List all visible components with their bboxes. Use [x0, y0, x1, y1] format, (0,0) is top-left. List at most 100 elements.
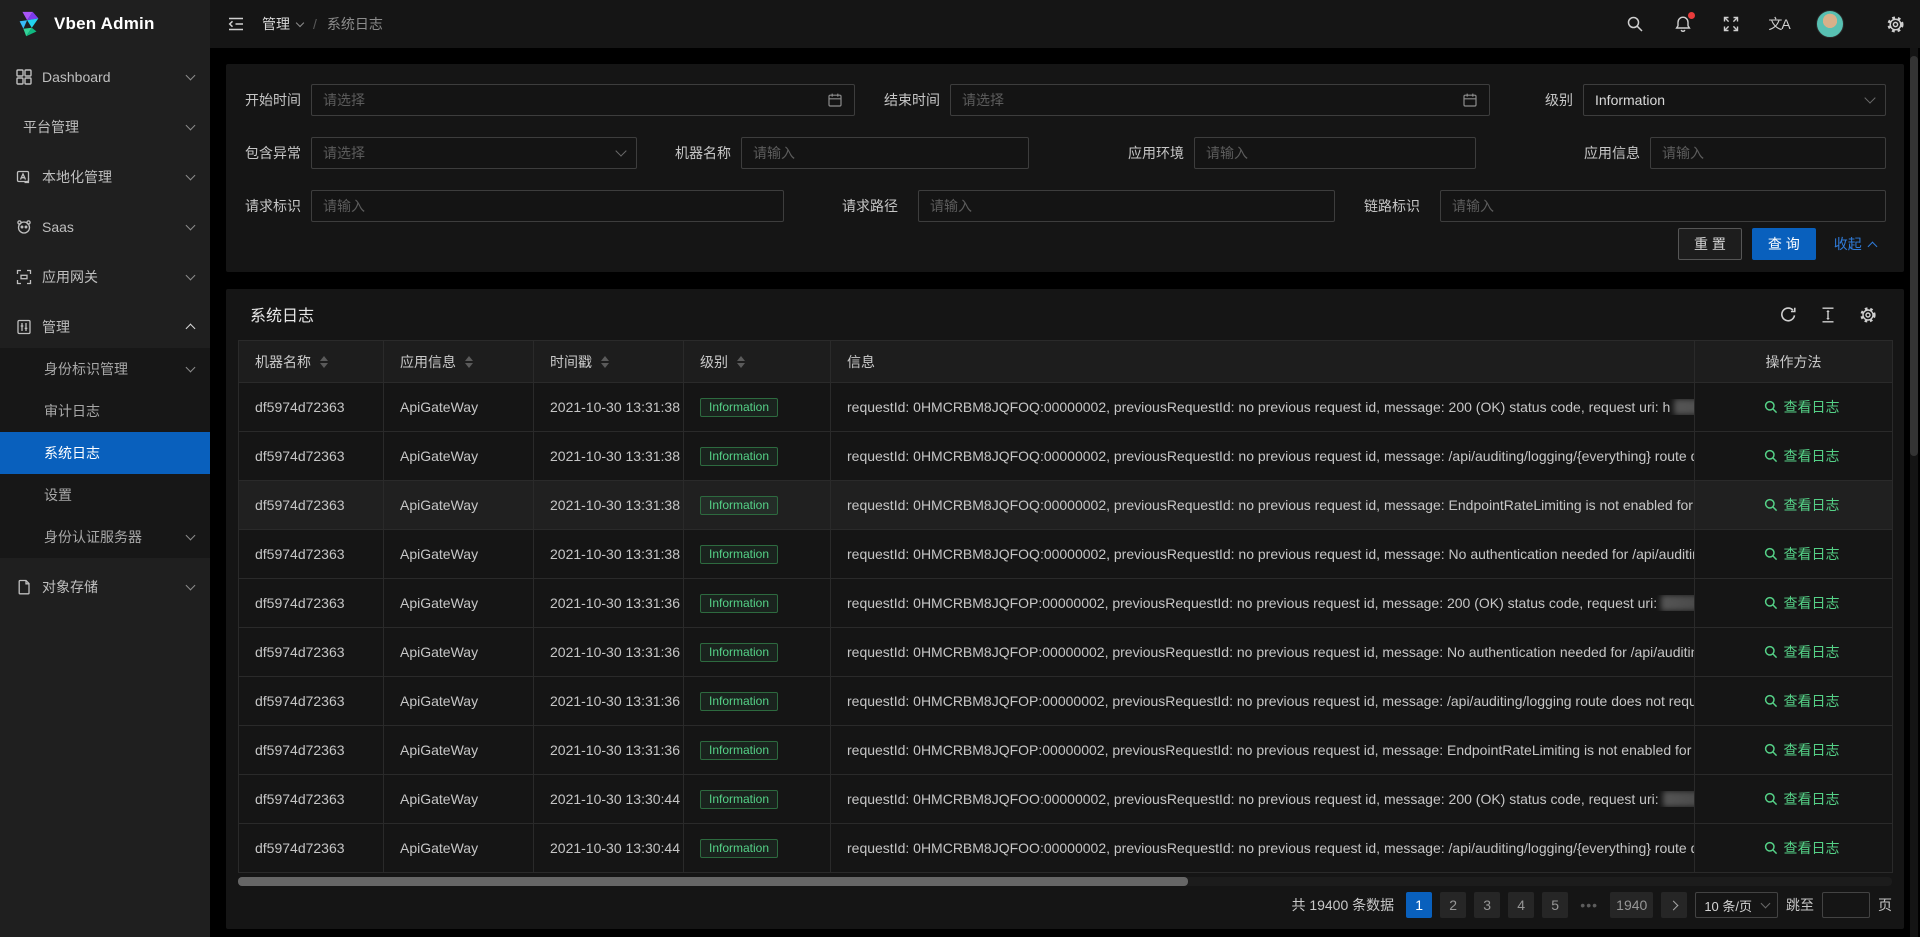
cell-level: Information: [684, 530, 831, 579]
end-time-field[interactable]: [962, 92, 1454, 108]
page-button[interactable]: 2: [1440, 892, 1466, 918]
table-row[interactable]: df5974d72363 ApiGateWay 2021-10-30 13:31…: [239, 726, 1893, 775]
sidebar-item-saas[interactable]: Saas: [0, 206, 210, 248]
view-log-link[interactable]: 查看日志: [1764, 740, 1840, 760]
sidebar-item-audit-log[interactable]: 审计日志: [0, 390, 210, 432]
breadcrumb-root[interactable]: 管理: [262, 14, 303, 34]
language-translate-icon[interactable]: 文A: [1768, 13, 1790, 35]
breadcrumb: 管理 / 系统日志: [262, 14, 383, 34]
exception-select[interactable]: 请选择: [311, 137, 637, 169]
view-log-link[interactable]: 查看日志: [1764, 446, 1840, 466]
menu-fold-icon[interactable]: [222, 10, 250, 38]
cell-machine-name: df5974d72363: [239, 432, 384, 481]
logo[interactable]: Vben Admin: [0, 0, 210, 48]
fullscreen-icon[interactable]: [1720, 13, 1742, 35]
sidebar-item-gateway[interactable]: 应用网关: [0, 256, 210, 298]
app-env-input[interactable]: [1194, 137, 1476, 169]
cell-level: Information: [684, 481, 831, 530]
sidebar-item-dashboard[interactable]: Dashboard: [0, 56, 210, 98]
column-header-timestamp[interactable]: 时间戳: [534, 341, 684, 383]
app-info-field[interactable]: [1662, 145, 1874, 161]
sidebar-item-localization[interactable]: 本地化管理: [0, 156, 210, 198]
search-icon[interactable]: [1624, 13, 1646, 35]
page-button[interactable]: 3: [1474, 892, 1500, 918]
request-id-input[interactable]: [311, 190, 784, 222]
magnifier-icon: [1764, 547, 1778, 561]
cell-app-info: ApiGateWay: [384, 432, 534, 481]
sidebar-item-system-log[interactable]: 系统日志: [0, 432, 210, 474]
chevron-down-icon: [186, 121, 196, 131]
app-info-input[interactable]: [1650, 137, 1886, 169]
page-jump-input[interactable]: [1822, 892, 1870, 918]
view-log-link[interactable]: 查看日志: [1764, 789, 1840, 809]
settings-gear-icon[interactable]: [1884, 13, 1906, 35]
cell-actions: 查看日志: [1695, 432, 1893, 481]
column-header-level[interactable]: 级别: [684, 341, 831, 383]
table-row[interactable]: df5974d72363 ApiGateWay 2021-10-30 13:31…: [239, 628, 1893, 677]
start-time-field[interactable]: [323, 92, 819, 108]
page-button[interactable]: 1: [1406, 892, 1432, 918]
collapse-link[interactable]: 收起: [1834, 234, 1876, 254]
vertical-scrollbar-thumb[interactable]: [1910, 56, 1918, 456]
page-button[interactable]: 5: [1542, 892, 1568, 918]
machine-name-field[interactable]: [753, 145, 1017, 161]
sidebar-item-auth-server[interactable]: 身份认证服务器: [0, 516, 210, 558]
machine-name-input[interactable]: [741, 137, 1029, 169]
table-row[interactable]: df5974d72363 ApiGateWay 2021-10-30 13:31…: [239, 677, 1893, 726]
request-id-field[interactable]: [323, 198, 772, 214]
sort-icon: [737, 356, 745, 368]
request-path-field[interactable]: [930, 198, 1323, 214]
saas-icon: [16, 219, 32, 235]
view-log-link[interactable]: 查看日志: [1764, 544, 1840, 564]
system-log-table: 机器名称 应用信息 时间戳 级别 信息 操作方法 df5974d72363 Ap…: [238, 340, 1893, 873]
page-size-select[interactable]: 10 条/页: [1695, 892, 1778, 918]
view-log-link[interactable]: 查看日志: [1764, 691, 1840, 711]
table-row[interactable]: df5974d72363 ApiGateWay 2021-10-30 13:31…: [239, 383, 1893, 432]
level-badge: Information: [700, 398, 778, 417]
table-row[interactable]: df5974d72363 ApiGateWay 2021-10-30 13:31…: [239, 432, 1893, 481]
trace-id-field[interactable]: [1452, 198, 1874, 214]
request-path-input[interactable]: [918, 190, 1335, 222]
cell-message: requestId: 0HMCRBM8JQFOP:00000002, previ…: [831, 628, 1695, 677]
next-page-button[interactable]: [1661, 892, 1687, 918]
column-header-app[interactable]: 应用信息: [384, 341, 534, 383]
level-select[interactable]: Information: [1583, 84, 1886, 116]
table-row[interactable]: df5974d72363 ApiGateWay 2021-10-30 13:31…: [239, 579, 1893, 628]
notification-bell-icon[interactable]: [1672, 13, 1694, 35]
horizontal-scrollbar-thumb[interactable]: [238, 877, 1188, 886]
page-button[interactable]: 4: [1508, 892, 1534, 918]
filter-buttons: 重 置 查 询 收起: [1678, 228, 1876, 260]
start-time-input[interactable]: [311, 84, 855, 116]
reset-button[interactable]: 重 置: [1678, 228, 1742, 260]
sidebar-item-platform[interactable]: 平台管理: [0, 106, 210, 148]
view-log-link[interactable]: 查看日志: [1764, 495, 1840, 515]
table-row[interactable]: df5974d72363 ApiGateWay 2021-10-30 13:31…: [239, 530, 1893, 579]
sidebar-item-label: 系统日志: [44, 443, 100, 463]
sidebar-item-manage[interactable]: 管理: [0, 306, 210, 348]
column-header-machine[interactable]: 机器名称: [239, 341, 384, 383]
view-log-link[interactable]: 查看日志: [1764, 838, 1840, 858]
user-avatar[interactable]: [1816, 10, 1844, 38]
notification-badge: [1688, 12, 1695, 19]
column-height-icon[interactable]: [1818, 305, 1838, 325]
sidebar-item-object-storage[interactable]: 对象存储: [0, 566, 210, 608]
view-log-link[interactable]: 查看日志: [1764, 642, 1840, 662]
app-env-field[interactable]: [1206, 145, 1464, 161]
view-log-link[interactable]: 查看日志: [1764, 397, 1840, 417]
page-button[interactable]: 1940: [1610, 892, 1653, 918]
table-settings-gear-icon[interactable]: [1858, 305, 1878, 325]
cell-message: requestId: 0HMCRBM8JQFOP:00000002, previ…: [831, 677, 1695, 726]
cell-app-info: ApiGateWay: [384, 677, 534, 726]
page-unit-label: 页: [1878, 895, 1892, 915]
table-row[interactable]: df5974d72363 ApiGateWay 2021-10-30 13:31…: [239, 481, 1893, 530]
sidebar-item-settings[interactable]: 设置: [0, 474, 210, 516]
query-button[interactable]: 查 询: [1752, 228, 1816, 260]
table-row[interactable]: df5974d72363 ApiGateWay 2021-10-30 13:30…: [239, 824, 1893, 873]
refresh-icon[interactable]: [1778, 305, 1798, 325]
view-log-link[interactable]: 查看日志: [1764, 593, 1840, 613]
trace-id-input[interactable]: [1440, 190, 1886, 222]
table-row[interactable]: df5974d72363 ApiGateWay 2021-10-30 13:30…: [239, 775, 1893, 824]
level-badge: Information: [700, 447, 778, 466]
sidebar-item-identity-mgmt[interactable]: 身份标识管理: [0, 348, 210, 390]
end-time-input[interactable]: [950, 84, 1490, 116]
